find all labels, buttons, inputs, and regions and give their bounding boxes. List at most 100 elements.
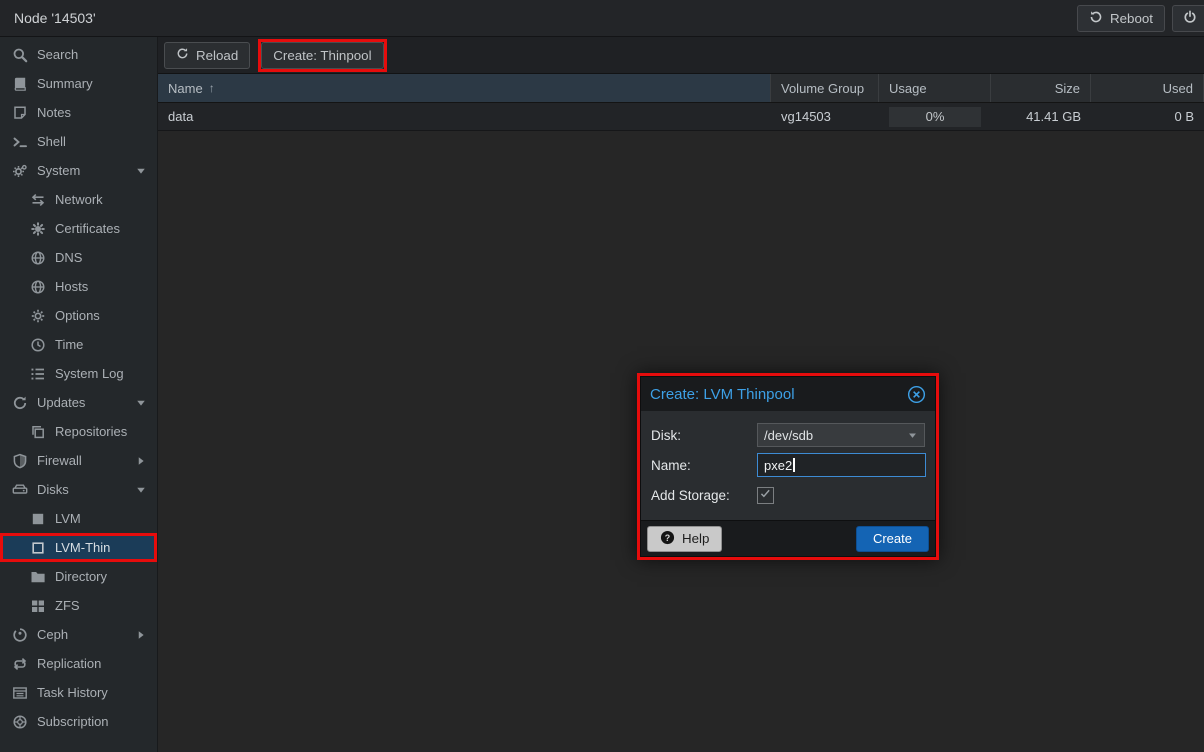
create-thinpool-button[interactable]: Create: Thinpool xyxy=(261,42,383,69)
sort-asc-icon: ↑ xyxy=(209,81,215,95)
sidebar-item-replication[interactable]: Replication xyxy=(0,649,157,678)
column-header-used[interactable]: Used xyxy=(1091,74,1204,102)
sidebar-item-label: Subscription xyxy=(37,714,109,729)
dialog-header[interactable]: Create: LVM Thinpool xyxy=(641,377,935,411)
sidebar-item-shell[interactable]: Shell xyxy=(0,127,157,156)
refresh-icon xyxy=(12,395,28,411)
clock-icon xyxy=(30,337,46,353)
sidebar-item-label: Notes xyxy=(37,105,71,120)
sidebar-item-subscription[interactable]: Subscription xyxy=(0,707,157,736)
sidebar-item-ceph[interactable]: Ceph xyxy=(0,620,157,649)
sidebar: Search Summary Notes Shell System Network Cert… xyxy=(0,37,158,752)
sidebar-item-search[interactable]: Search xyxy=(0,40,157,69)
table-row[interactable]: datavg145030%41.41 GB0 B xyxy=(158,103,1204,131)
sidebar-item-label: System xyxy=(37,163,80,178)
column-header-volume-group[interactable]: Volume Group xyxy=(771,74,879,102)
sidebar-item-repositories[interactable]: Repositories xyxy=(0,417,157,446)
reload-button[interactable]: Reload xyxy=(164,42,250,69)
sidebar-item-disks[interactable]: Disks xyxy=(0,475,157,504)
sidebar-item-label: Shell xyxy=(37,134,66,149)
sidebar-item-label: Task History xyxy=(37,685,108,700)
sidebar-item-lvm[interactable]: LVM xyxy=(0,504,157,533)
shutdown-button[interactable] xyxy=(1172,5,1204,32)
sidebar-item-dns[interactable]: DNS xyxy=(0,243,157,272)
sidebar-item-label: Summary xyxy=(37,76,93,91)
column-label: Size xyxy=(1055,81,1080,96)
help-button[interactable]: ? Help xyxy=(647,526,722,552)
name-field-label: Name: xyxy=(651,458,757,473)
cell-volume-group: vg14503 xyxy=(771,103,879,130)
sidebar-item-label: Certificates xyxy=(55,221,120,236)
sidebar-item-label: DNS xyxy=(55,250,82,265)
sidebar-item-label: LVM xyxy=(55,511,81,526)
cell-size: 41.41 GB xyxy=(991,103,1091,130)
sidebar-item-system[interactable]: System xyxy=(0,156,157,185)
sidebar-item-label: Time xyxy=(55,337,83,352)
reboot-button[interactable]: Reboot xyxy=(1077,5,1165,32)
text-cursor xyxy=(793,458,795,472)
square-outline-icon xyxy=(30,540,46,556)
sidebar-item-label: ZFS xyxy=(55,598,80,613)
name-input[interactable]: pxe2 xyxy=(757,453,926,477)
exchange-icon xyxy=(30,192,46,208)
note-icon xyxy=(12,105,28,121)
disk-select[interactable]: /dev/sdb xyxy=(757,423,925,447)
chevron-down-icon xyxy=(135,165,147,177)
grid-icon xyxy=(30,598,46,614)
chevron-down-icon xyxy=(135,397,147,409)
sidebar-item-label: Firewall xyxy=(37,453,82,468)
name-input-value: pxe2 xyxy=(764,458,792,473)
column-label: Name xyxy=(168,81,203,96)
sidebar-item-options[interactable]: Options xyxy=(0,301,157,330)
ceph-icon xyxy=(12,627,28,643)
copy-icon xyxy=(30,424,46,440)
sidebar-item-firewall[interactable]: Firewall xyxy=(0,446,157,475)
globe-icon xyxy=(30,250,46,266)
sidebar-item-zfs[interactable]: ZFS xyxy=(0,591,157,620)
sidebar-item-lvm-thin[interactable]: LVM-Thin xyxy=(0,533,157,562)
list-icon xyxy=(30,366,46,382)
sidebar-item-task-history[interactable]: Task History xyxy=(0,678,157,707)
sidebar-item-label: System Log xyxy=(55,366,124,381)
create-button[interactable]: Create xyxy=(856,526,929,552)
gears-icon xyxy=(12,163,28,179)
sidebar-item-network[interactable]: Network xyxy=(0,185,157,214)
sidebar-item-certificates[interactable]: Certificates xyxy=(0,214,157,243)
column-label: Used xyxy=(1163,81,1193,96)
chevron-right-icon xyxy=(135,629,147,641)
column-header-usage[interactable]: Usage xyxy=(879,74,991,102)
checkmark-icon xyxy=(759,487,772,503)
chevron-right-icon xyxy=(135,455,147,467)
sidebar-item-system-log[interactable]: System Log xyxy=(0,359,157,388)
sidebar-item-time[interactable]: Time xyxy=(0,330,157,359)
sidebar-item-notes[interactable]: Notes xyxy=(0,98,157,127)
gear-icon xyxy=(30,308,46,324)
question-icon: ? xyxy=(660,530,675,548)
square-filled-icon xyxy=(30,511,46,527)
table-body: datavg145030%41.41 GB0 B xyxy=(158,103,1204,131)
sidebar-item-label: Directory xyxy=(55,569,107,584)
chevron-down-icon xyxy=(907,430,918,441)
sidebar-item-label: Options xyxy=(55,308,100,323)
sidebar-item-label: Updates xyxy=(37,395,85,410)
table-list-icon xyxy=(12,685,28,701)
top-bar: Node '14503' Reboot xyxy=(0,0,1204,37)
sidebar-item-label: Search xyxy=(37,47,78,62)
close-icon[interactable] xyxy=(907,385,926,404)
reboot-label: Reboot xyxy=(1110,11,1153,26)
cell-name: data xyxy=(158,103,771,130)
add-storage-checkbox[interactable] xyxy=(757,487,774,504)
dialog-annotation: Create: LVM Thinpool Disk: /dev/sdb Name… xyxy=(637,373,939,560)
repeat-icon xyxy=(12,656,28,672)
sidebar-item-updates[interactable]: Updates xyxy=(0,388,157,417)
sidebar-item-label: Disks xyxy=(37,482,69,497)
disk-select-value: /dev/sdb xyxy=(764,428,813,443)
sidebar-item-hosts[interactable]: Hosts xyxy=(0,272,157,301)
sidebar-item-directory[interactable]: Directory xyxy=(0,562,157,591)
column-header-size[interactable]: Size xyxy=(991,74,1091,102)
sidebar-item-summary[interactable]: Summary xyxy=(0,69,157,98)
cell-usage: 0% xyxy=(879,103,991,130)
column-header-name[interactable]: Name ↑ xyxy=(158,74,771,102)
disk-field-label: Disk: xyxy=(651,428,757,443)
add-storage-field-label: Add Storage: xyxy=(651,488,757,503)
